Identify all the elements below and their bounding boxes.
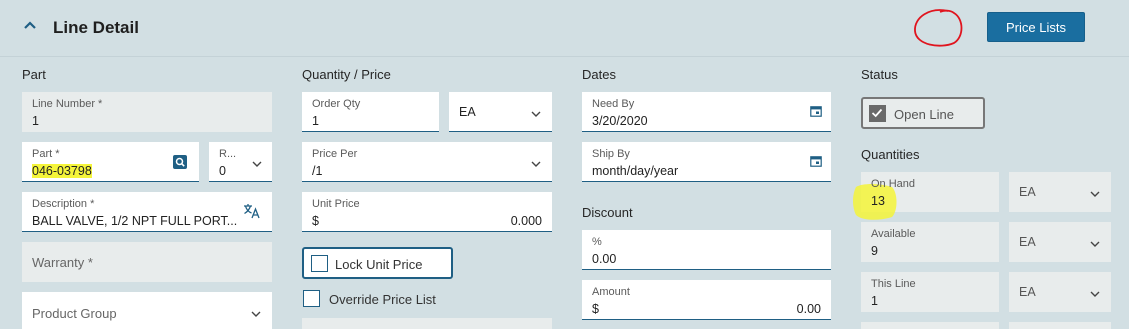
description-label: Description * [32,198,95,210]
price-per-label: Price Per [312,148,358,160]
override-price-list-checkbox[interactable] [303,290,320,307]
checkmark-icon [871,108,883,118]
section-title-discount: Discount [582,205,633,220]
line-number-label: Line Number * [32,98,103,110]
section-title-quantity-price: Quantity / Price [302,67,391,82]
panel-title: Line Detail [53,18,139,37]
product-group-placeholder: Product Group [32,306,117,321]
order-qty-value: 1 [312,114,319,128]
discount-amount-value: 0.00 [796,302,821,316]
line-number-value: 1 [32,114,39,128]
line-detail-panel: Line Detail Price Lists Part Quantity / … [0,0,1129,329]
discount-percent-label: % [592,236,602,248]
this-line-uom-value: EA [1019,285,1036,299]
unit-price-label: Unit Price [312,198,360,210]
discount-amount-field[interactable]: Amount $ 0.00 [582,280,831,320]
available-uom-value: EA [1019,235,1036,249]
chevron-up-icon[interactable] [22,17,38,33]
discount-amount-currency: $ [592,302,599,316]
warranty-field[interactable]: Warranty * [22,242,272,282]
on-hand-label-overlay: On Hand [871,178,916,190]
on-hand-value-overlay: 13 [871,194,885,208]
discount-amount-label: Amount [592,286,630,298]
available-value: 9 [871,244,878,258]
description-value: BALL VALVE, 1/2 NPT FULL PORT... [32,214,237,228]
revision-field[interactable]: R... 0 [209,142,272,182]
open-line-checkbox[interactable] [869,105,886,122]
open-line-label: Open Line [894,107,954,122]
chevron-down-icon[interactable] [251,311,261,317]
red-annotation-circle [914,9,963,47]
part-value[interactable]: 046-03798 [22,164,108,178]
unit-price-currency: $ [312,214,319,228]
next-uom-partial [1009,322,1111,329]
available-uom-select[interactable]: EA [1009,222,1111,262]
chevron-down-icon[interactable] [1090,291,1100,297]
part-value-text: 046-03798 [32,164,92,178]
ship-by-label: Ship By [592,148,630,160]
chevron-down-icon[interactable] [531,161,541,167]
search-icon[interactable] [173,155,187,169]
chevron-down-icon[interactable] [252,161,262,167]
need-by-field[interactable]: Need By 3/20/2020 [582,92,831,132]
section-title-status: Status [861,67,898,82]
description-field[interactable]: Description * BALL VALVE, 1/2 NPT FULL P… [22,192,272,232]
on-hand-uom-select[interactable]: EA [1009,172,1111,212]
next-field-partial [302,318,552,329]
available-field: Available 9 [861,222,999,262]
this-line-uom-select[interactable]: EA [1009,272,1111,312]
open-line-toggle[interactable]: Open Line [861,97,985,129]
need-by-value: 3/20/2020 [592,114,648,128]
panel-header: Line Detail Price Lists [0,0,1129,57]
uom-select[interactable]: EA [449,92,552,132]
ship-by-field[interactable]: Ship By month/day/year [582,142,831,182]
translate-icon[interactable] [243,203,261,219]
lock-unit-price-toggle[interactable]: Lock Unit Price [302,247,453,279]
calendar-icon[interactable] [810,105,822,117]
need-by-label: Need By [592,98,635,110]
calendar-icon[interactable] [810,155,822,167]
section-title-quantities: Quantities [861,147,920,162]
unit-price-field[interactable]: Unit Price $ 0.000 [302,192,552,232]
section-title-dates: Dates [582,67,616,82]
section-title-part: Part [22,67,46,82]
discount-percent-field[interactable]: % 0.00 [582,230,831,270]
discount-percent-value: 0.00 [592,252,617,266]
line-number-field: Line Number * 1 [22,92,272,132]
order-qty-label: Order Qty [312,98,361,110]
order-qty-field[interactable]: Order Qty 1 [302,92,439,132]
unit-price-value: 0.000 [510,214,542,228]
revision-value: 0 [219,164,226,178]
price-per-value: /1 [312,164,323,178]
override-price-list-label: Override Price List [329,292,436,307]
warranty-placeholder: Warranty * [32,255,93,270]
chevron-down-icon[interactable] [1090,241,1100,247]
lock-unit-price-checkbox[interactable] [311,255,328,272]
ship-by-value: month/day/year [592,164,679,178]
revision-label: R... [219,148,237,160]
price-lists-button[interactable]: Price Lists [987,12,1085,42]
this-line-value: 1 [871,294,878,308]
available-label: Available [871,228,916,240]
next-quantity-partial [861,322,999,329]
this-line-label: This Line [871,278,916,290]
uom-value: EA [459,105,476,119]
product-group-field[interactable]: Product Group [22,292,272,329]
this-line-field: This Line 1 [861,272,999,312]
part-label: Part * [32,148,60,160]
chevron-down-icon[interactable] [531,111,541,117]
part-field[interactable]: Part * 046-03798 [22,142,199,182]
chevron-down-icon[interactable] [1090,191,1100,197]
on-hand-uom-value: EA [1019,185,1036,199]
price-per-select[interactable]: Price Per /1 [302,142,552,182]
lock-unit-price-label: Lock Unit Price [335,257,423,272]
